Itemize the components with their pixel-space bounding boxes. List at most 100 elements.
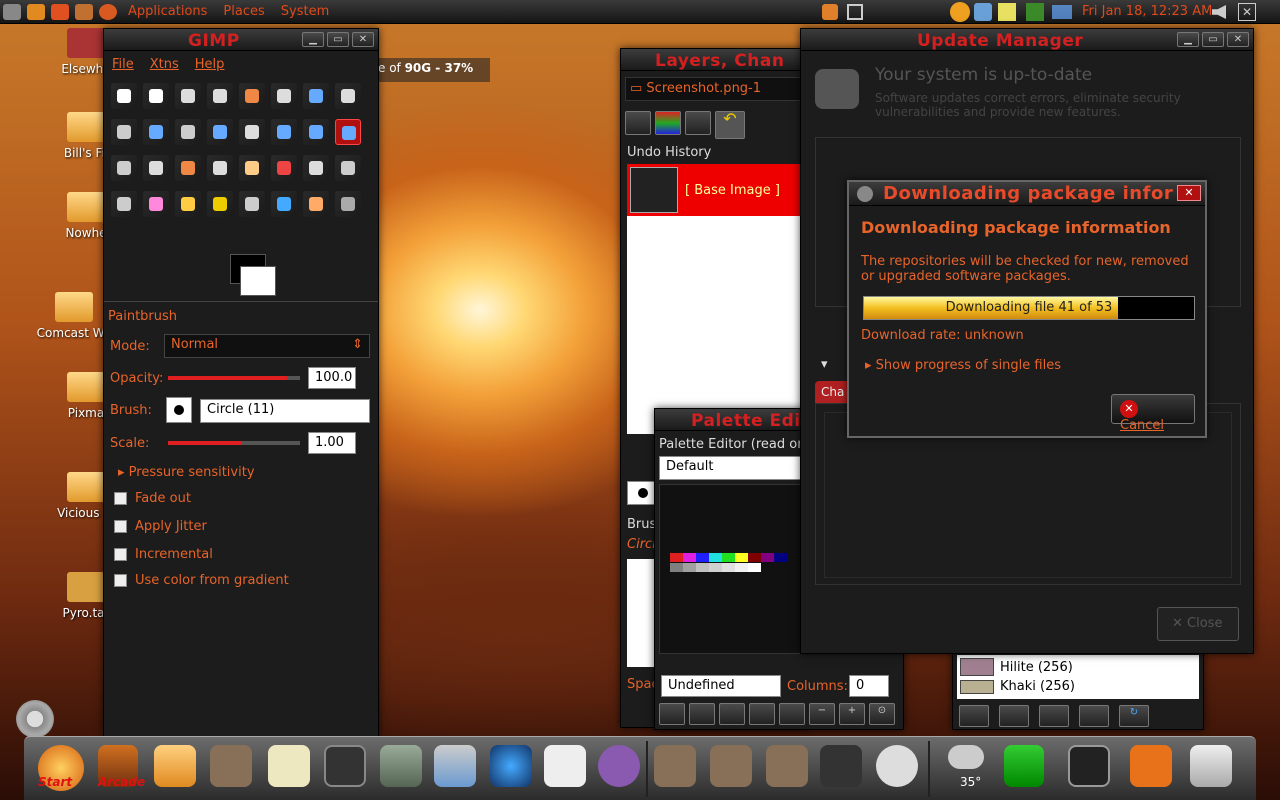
tool-icon[interactable] (303, 191, 329, 217)
shutdown-icon[interactable]: ✕ (1238, 3, 1256, 21)
tool-icon[interactable] (111, 191, 137, 217)
search-icon[interactable] (51, 3, 69, 20)
colors-list[interactable]: Hilite (256) Khaki (256) (957, 655, 1199, 699)
gimp-icon[interactable] (210, 745, 252, 787)
windows-icon[interactable] (847, 4, 863, 20)
edit-icon[interactable] (719, 703, 745, 725)
palette-swatch[interactable] (709, 563, 722, 572)
save-icon[interactable] (659, 703, 685, 725)
terminal-icon[interactable] (324, 745, 366, 787)
tool-icon[interactable] (111, 83, 137, 109)
tool-icon[interactable] (239, 83, 265, 109)
text-editor-icon[interactable] (268, 745, 310, 787)
gimp-task-2-icon[interactable] (710, 745, 752, 787)
tool-icon[interactable] (207, 119, 233, 145)
apply-jitter-checkbox[interactable]: Apply Jitter (114, 519, 207, 534)
close-update-button[interactable]: ✕ Close (1157, 607, 1239, 641)
palette-swatch[interactable] (670, 563, 683, 572)
color-list-item[interactable]: Khaki (256) (957, 679, 1199, 694)
layers-tab-icon[interactable] (625, 111, 651, 135)
palette-swatch[interactable] (709, 553, 722, 562)
update-task-icon[interactable] (876, 745, 918, 787)
tool-icon[interactable] (271, 155, 297, 181)
gimp-menu-xtns[interactable]: Xtns (150, 57, 179, 72)
delete-icon[interactable] (779, 703, 805, 725)
weather-icon[interactable] (950, 2, 970, 22)
tool-icon[interactable] (271, 83, 297, 109)
browser-icon[interactable] (490, 745, 532, 787)
edit-icon[interactable] (959, 705, 989, 727)
paths-tab-icon[interactable] (685, 111, 711, 135)
opacity-input[interactable]: 100.0 (308, 367, 356, 389)
new-icon[interactable] (999, 705, 1029, 727)
rss-icon[interactable] (1130, 745, 1172, 787)
duplicate-icon[interactable] (1039, 705, 1069, 727)
screenshot-task-icon[interactable] (820, 745, 862, 787)
terminal-2-icon[interactable] (1068, 745, 1110, 787)
gimp-menu-help[interactable]: Help (195, 57, 225, 72)
channels-tab-icon[interactable] (655, 111, 681, 135)
volume-icon[interactable] (1212, 5, 1226, 19)
calculator-icon[interactable] (380, 745, 422, 787)
tool-icon[interactable] (143, 155, 169, 181)
palette-swatch[interactable] (696, 563, 709, 572)
gimp-task-3-icon[interactable] (766, 745, 808, 787)
logo-icon[interactable] (99, 3, 117, 20)
tool-icon[interactable] (239, 191, 265, 217)
palette-swatch[interactable] (683, 563, 696, 572)
gradient-color-checkbox[interactable]: Use color from gradient (114, 573, 289, 588)
tool-icon[interactable] (303, 119, 329, 145)
tool-icon[interactable] (271, 119, 297, 145)
mail-icon[interactable] (544, 745, 586, 787)
tool-icon[interactable] (175, 83, 201, 109)
palette-swatch[interactable] (683, 553, 696, 562)
battery-icon[interactable] (1004, 745, 1044, 787)
tool-icon[interactable] (239, 155, 265, 181)
refresh-icon[interactable]: ↻ (1119, 705, 1149, 727)
tool-icon[interactable] (239, 119, 265, 145)
pidgin-icon[interactable] (598, 745, 640, 787)
tool-icon[interactable] (335, 119, 361, 145)
single-files-expander[interactable]: ▸ Show progress of single files (865, 358, 1061, 373)
color-list-item[interactable]: Hilite (256) (957, 655, 1199, 679)
tool-icon[interactable] (271, 191, 297, 217)
menu-applications[interactable]: Applications (128, 4, 207, 19)
palette-swatch[interactable] (735, 553, 748, 562)
notes-icon[interactable] (998, 3, 1016, 21)
zoom-out-icon[interactable]: − (809, 703, 835, 725)
brush-name-field[interactable]: Circle (11) (200, 399, 370, 423)
tool-icon[interactable] (143, 119, 169, 145)
signal-icon[interactable] (1052, 5, 1072, 19)
tool-icon[interactable] (207, 155, 233, 181)
folder-icon[interactable] (154, 745, 196, 787)
monitor-icon[interactable] (1026, 3, 1044, 21)
tool-icon[interactable] (303, 155, 329, 181)
undo-tab-icon[interactable]: ↶ (715, 111, 745, 139)
tool-icon[interactable] (175, 119, 201, 145)
network-icon[interactable] (974, 3, 992, 21)
incremental-checkbox[interactable]: Incremental (114, 547, 213, 562)
network-icon[interactable] (434, 745, 476, 787)
palette-swatch[interactable] (696, 553, 709, 562)
weather-cloud-icon[interactable] (948, 745, 984, 769)
layers-titlebar[interactable]: Layers, Chan (621, 49, 809, 71)
trash-icon[interactable] (1190, 745, 1232, 787)
zoom-in-icon[interactable]: + (839, 703, 865, 725)
menu-places[interactable]: Places (223, 4, 264, 19)
tool-icon[interactable] (335, 83, 361, 109)
cancel-button[interactable]: ✕ Cancel (1111, 394, 1195, 433)
color-selector[interactable] (214, 254, 276, 298)
new-icon[interactable] (689, 703, 715, 725)
color-name-field[interactable]: Undefined (661, 675, 781, 697)
duplicate-icon[interactable] (749, 703, 775, 725)
tool-icon[interactable] (111, 155, 137, 181)
tray-icon-1[interactable] (822, 4, 838, 20)
undo-base-image-item[interactable]: [ Base Image ] (627, 164, 803, 216)
palette-swatch[interactable] (761, 553, 774, 562)
tool-icon[interactable] (111, 119, 137, 145)
download-titlebar[interactable]: Downloading package inform ✕ (849, 182, 1205, 206)
minimize-button[interactable]: ▁ (1177, 32, 1199, 47)
delete-icon[interactable] (1079, 705, 1109, 727)
firefox-icon[interactable] (75, 3, 93, 20)
tool-icon[interactable] (143, 191, 169, 217)
